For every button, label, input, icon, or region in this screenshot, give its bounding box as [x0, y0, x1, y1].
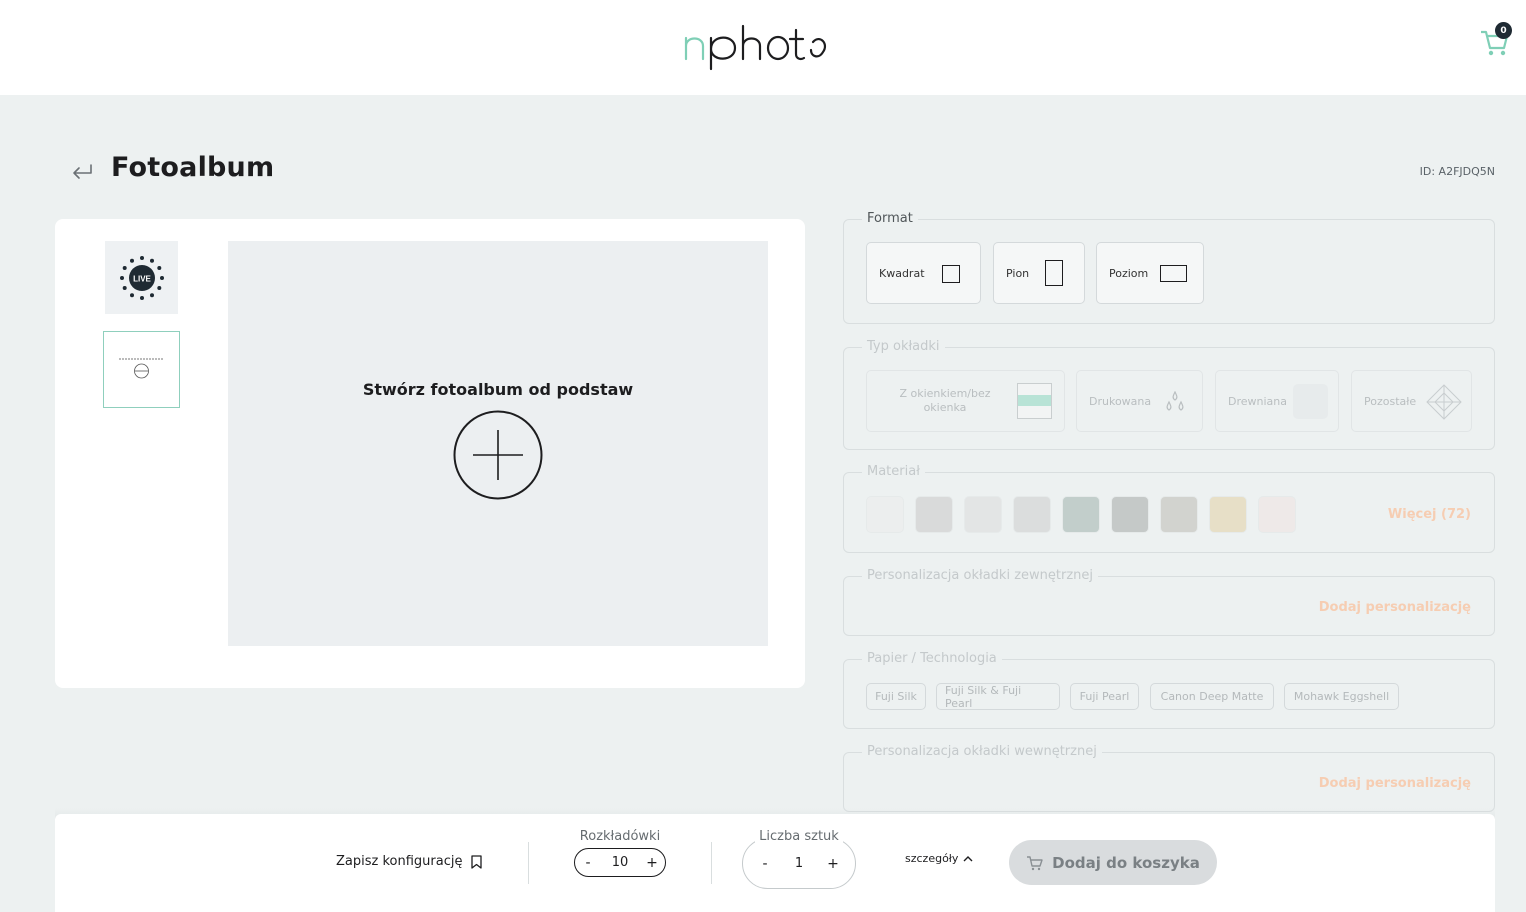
paper-section: Papier / Technologia Fuji Silk Fuji Silk…	[843, 651, 1495, 729]
top-header: 0	[0, 0, 1526, 95]
chevron-up-icon	[963, 856, 973, 862]
mini-plus-icon	[119, 358, 164, 379]
add-to-cart-button[interactable]: Dodaj do koszyka	[1009, 840, 1217, 885]
material-section: Materiał Więcej (72)	[843, 464, 1495, 553]
add-inner-personalization-link[interactable]: Dodaj personalizację	[1319, 776, 1471, 791]
paper-option-fuji-silk-pearl[interactable]: Fuji Silk & Fuji Pearl	[936, 683, 1060, 710]
outer-personalization-section: Personalizacja okładki zewnętrznej Dodaj…	[843, 568, 1495, 636]
cover-option-window[interactable]: Z okienkiem/bez okienka	[866, 370, 1065, 432]
save-configuration-button[interactable]: Zapisz konfigurację	[336, 854, 483, 869]
canvas-title: Stwórz fotoalbum od podstaw	[362, 380, 634, 399]
cover-type-legend: Typ okładki	[862, 339, 945, 354]
cover-option-other[interactable]: Pozostałe	[1351, 370, 1472, 432]
cover-option-label: Z okienkiem/bez okienka	[899, 387, 991, 414]
add-plus-icon[interactable]	[453, 410, 543, 500]
paper-option-canon-deep-matte[interactable]: Canon Deep Matte	[1150, 683, 1274, 710]
bookmark-icon	[471, 854, 483, 869]
cover-option-printed[interactable]: Drukowana	[1076, 370, 1203, 432]
cart-count-badge: 0	[1495, 22, 1512, 39]
material-swatch[interactable]	[1111, 496, 1149, 533]
paper-legend: Papier / Technologia	[862, 651, 1002, 666]
bottom-action-bar: Zapisz konfigurację Rozkładówki - 10 + -…	[55, 814, 1495, 912]
material-swatch[interactable]	[1013, 496, 1051, 533]
format-option-label: Pion	[1006, 266, 1030, 280]
divider	[711, 842, 712, 884]
quantity-stepper: - 1 +	[742, 838, 856, 889]
format-legend: Format	[862, 211, 918, 226]
cover-type-section: Typ okładki Z okienkiem/bez okienka Druk…	[843, 339, 1495, 450]
spreads-value[interactable]: 10	[598, 855, 642, 870]
wood-cover-icon	[1293, 384, 1328, 419]
material-swatch[interactable]	[1160, 496, 1198, 533]
ink-drops-icon	[1166, 391, 1184, 411]
paper-option-mohawk-eggshell[interactable]: Mohawk Eggshell	[1284, 683, 1399, 710]
outer-personalization-legend: Personalizacja okładki zewnętrznej	[862, 568, 1098, 583]
pattern-icon	[1426, 384, 1462, 420]
live-badge-text: LIVE	[133, 274, 151, 283]
format-option-pion[interactable]: Pion	[993, 242, 1085, 304]
album-page-thumbnail[interactable]	[103, 331, 180, 408]
format-section: Format Kwadrat Pion Poziom	[843, 211, 1495, 324]
cover-option-label: Pozostałe	[1364, 394, 1417, 408]
album-canvas: Stwórz fotoalbum od podstaw	[228, 241, 768, 646]
details-toggle[interactable]: szczegóły	[905, 852, 973, 865]
material-swatch[interactable]	[915, 496, 953, 533]
quantity-value[interactable]: 1	[775, 856, 823, 871]
cover-option-wood[interactable]: Drewniana	[1215, 370, 1339, 432]
cart-icon	[1027, 855, 1043, 870]
details-label: szczegóły	[905, 852, 959, 865]
paper-option-fuji-pearl[interactable]: Fuji Pearl	[1070, 683, 1139, 710]
live-preview-thumbnail[interactable]: LIVE	[105, 241, 178, 314]
landscape-format-icon	[1160, 265, 1187, 282]
material-legend: Materiał	[862, 464, 925, 479]
material-swatch[interactable]	[1209, 496, 1247, 533]
window-cover-icon	[1017, 383, 1052, 419]
back-arrow-icon[interactable]	[68, 158, 96, 186]
format-option-label: Poziom	[1109, 266, 1149, 280]
square-format-icon	[942, 265, 960, 283]
material-swatch[interactable]	[1258, 496, 1296, 533]
paper-option-fuji-silk[interactable]: Fuji Silk	[866, 683, 926, 710]
nphoto-logo[interactable]	[683, 22, 829, 72]
cover-option-label: Drewniana	[1228, 394, 1287, 408]
preview-card: LIVE Stwórz fotoalbum od podstaw	[55, 219, 805, 688]
material-swatch[interactable]	[1062, 496, 1100, 533]
portrait-format-icon	[1045, 260, 1063, 286]
format-option-poziom[interactable]: Poziom	[1096, 242, 1204, 304]
spreads-label: Rozkładówki	[579, 829, 661, 844]
divider	[528, 842, 529, 884]
project-id: ID: A2FJDQ5N	[1419, 165, 1495, 178]
add-outer-personalization-link[interactable]: Dodaj personalizację	[1319, 600, 1471, 615]
quantity-decrease-button[interactable]: -	[755, 856, 775, 872]
spreads-increase-button[interactable]: +	[642, 855, 662, 871]
add-to-cart-label: Dodaj do koszyka	[1052, 853, 1200, 872]
spreads-decrease-button[interactable]: -	[578, 855, 598, 871]
cover-option-label: Drukowana	[1089, 394, 1152, 408]
format-option-label: Kwadrat	[879, 266, 925, 280]
spreads-stepper: - 10 +	[574, 848, 666, 877]
page-title: Fotoalbum	[111, 152, 275, 183]
live-icon: LIVE	[119, 255, 164, 300]
save-configuration-label: Zapisz konfigurację	[336, 854, 463, 869]
material-swatch[interactable]	[866, 496, 904, 533]
quantity-increase-button[interactable]: +	[823, 856, 843, 872]
quantity-label: Liczba sztuk	[755, 829, 843, 844]
more-materials-link[interactable]: Więcej (72)	[1388, 507, 1471, 522]
inner-personalization-legend: Personalizacja okładki wewnętrznej	[862, 744, 1102, 759]
format-option-kwadrat[interactable]: Kwadrat	[866, 242, 981, 304]
material-swatch[interactable]	[964, 496, 1002, 533]
inner-personalization-section: Personalizacja okładki wewnętrznej Dodaj…	[843, 744, 1495, 812]
